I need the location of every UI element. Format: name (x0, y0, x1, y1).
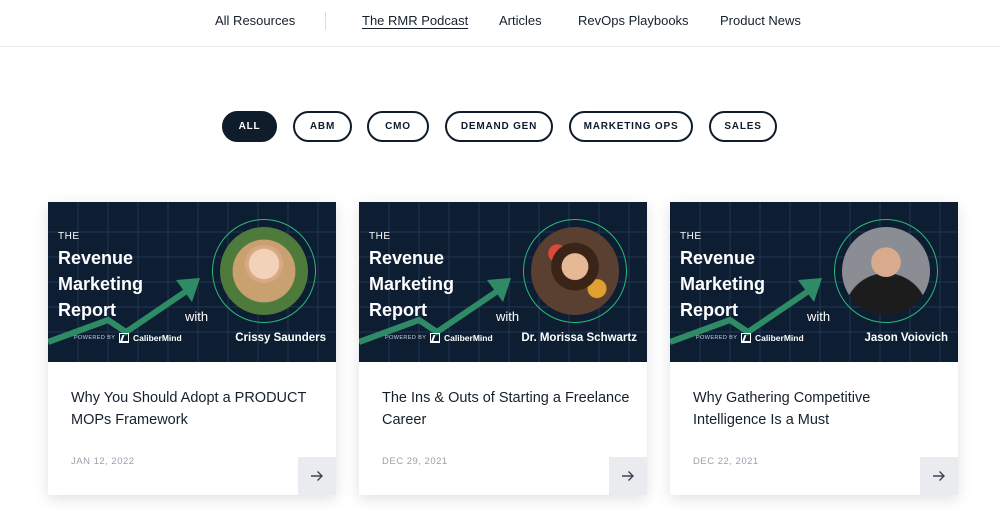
card-title[interactable]: Why You Should Adopt a PRODUCT MOPs Fram… (71, 387, 321, 431)
card-date: DEC 29, 2021 (382, 456, 448, 467)
calibermind-logo-icon (741, 333, 751, 343)
banner-the: THE (58, 231, 80, 242)
filter-cmo[interactable]: CMO (367, 111, 429, 142)
powered-by-label: POWERED BY (696, 335, 738, 341)
powered-by-label: POWERED BY (385, 335, 427, 341)
filter-demand-gen[interactable]: DEMAND GEN (445, 111, 553, 142)
nav-divider (325, 12, 326, 30)
guest-name: Jason Voiovich (864, 332, 948, 344)
arrow-right-icon (311, 471, 323, 481)
podcast-card[interactable]: THE Revenue Marketing Report with Dr. Mo… (359, 202, 647, 495)
arrow-right-icon (933, 471, 945, 481)
filter-abm[interactable]: ABM (293, 111, 352, 142)
card-banner: THE Revenue Marketing Report with Dr. Mo… (359, 202, 647, 362)
calibermind-logo-name: CaliberMind (133, 333, 182, 343)
card-arrow-button[interactable] (920, 457, 958, 495)
nav-articles[interactable]: Articles (499, 13, 542, 28)
calibermind-logo-icon (430, 333, 440, 343)
card-arrow-button[interactable] (609, 457, 647, 495)
filter-sales[interactable]: SALES (709, 111, 777, 142)
banner-the: THE (369, 231, 391, 242)
guest-name: Dr. Morissa Schwartz (521, 332, 637, 344)
banner-with: with (185, 309, 209, 324)
guest-avatar (220, 227, 308, 315)
banner-line2: Marketing (369, 274, 455, 294)
banner-line1: Revenue (58, 248, 134, 268)
card-arrow-button[interactable] (298, 457, 336, 495)
card-date: JAN 12, 2022 (71, 456, 135, 467)
calibermind-logo-name: CaliberMind (755, 333, 804, 343)
banner-line3: Report (369, 300, 427, 320)
card-title[interactable]: The Ins & Outs of Starting a Freelance C… (382, 387, 632, 431)
banner-the: THE (680, 231, 702, 242)
banner-line3: Report (680, 300, 738, 320)
nav-rmr-podcast[interactable]: The RMR Podcast (362, 13, 468, 28)
podcast-card[interactable]: THE Revenue Marketing Report with Jason … (670, 202, 958, 495)
arrow-right-icon (622, 471, 634, 481)
card-banner: THE Revenue Marketing Report with Crissy… (48, 202, 336, 362)
banner-with: with (807, 309, 831, 324)
calibermind-logo-name: CaliberMind (444, 333, 493, 343)
filter-marketing-ops[interactable]: MARKETING OPS (569, 111, 693, 142)
filter-all[interactable]: ALL (222, 111, 277, 142)
nav-all-resources[interactable]: All Resources (215, 13, 295, 28)
banner-line2: Marketing (58, 274, 144, 294)
banner-line3: Report (58, 300, 116, 320)
podcast-card[interactable]: THE Revenue Marketing Report with Crissy… (48, 202, 336, 495)
card-banner: THE Revenue Marketing Report with Jason … (670, 202, 958, 362)
guest-avatar (842, 227, 930, 315)
top-nav: All Resources The RMR Podcast Articles R… (0, 0, 1000, 47)
card-date: DEC 22, 2021 (693, 456, 759, 467)
banner-with: with (496, 309, 520, 324)
card-title[interactable]: Why Gathering Competitive Intelligence I… (693, 387, 943, 431)
nav-product-news[interactable]: Product News (720, 13, 801, 28)
nav-revops-playbooks[interactable]: RevOps Playbooks (578, 13, 689, 28)
banner-line1: Revenue (680, 248, 756, 268)
guest-avatar (531, 227, 619, 315)
banner-line2: Marketing (680, 274, 766, 294)
banner-line1: Revenue (369, 248, 445, 268)
guest-name: Crissy Saunders (235, 332, 326, 344)
powered-by-label: POWERED BY (74, 335, 116, 341)
calibermind-logo-icon (119, 333, 129, 343)
